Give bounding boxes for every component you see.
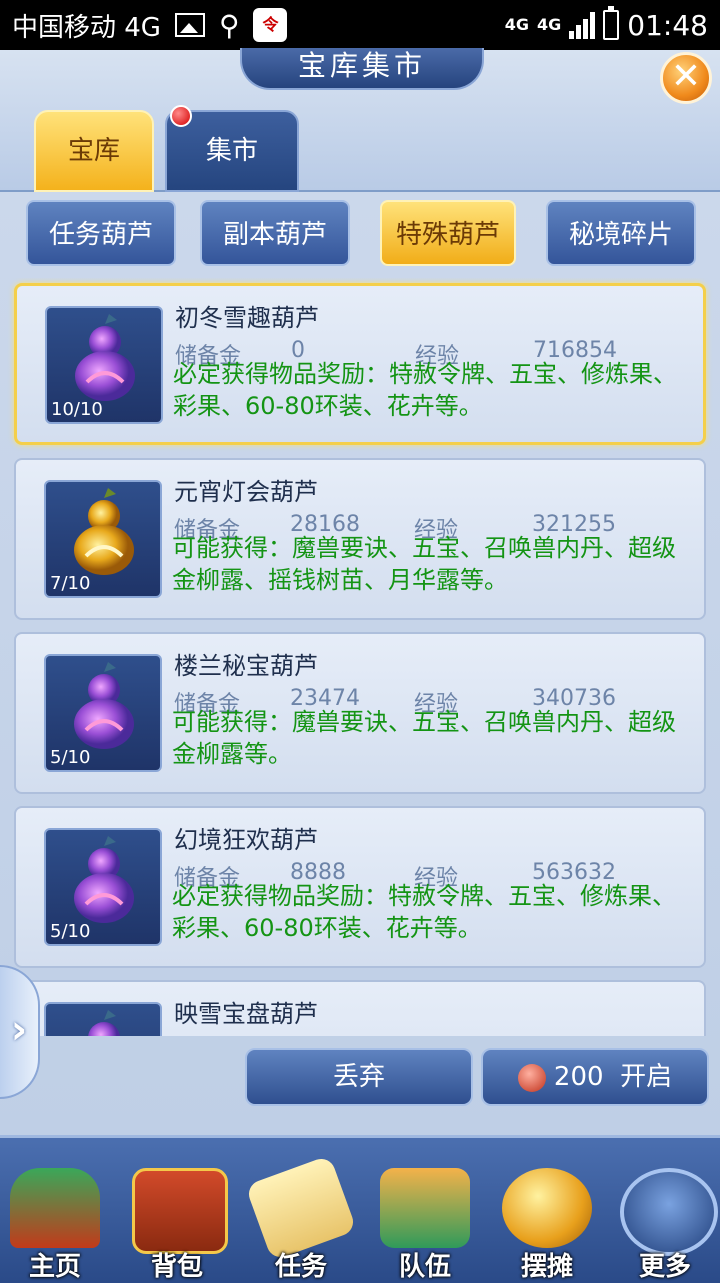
- more-icon: [620, 1168, 718, 1256]
- gourd-thumbnail: 10/10: [45, 306, 163, 424]
- tab-treasury[interactable]: 宝库: [34, 110, 154, 192]
- item-count: 5/10: [50, 921, 91, 942]
- expand-arrow-button[interactable]: ›: [0, 965, 40, 1099]
- app-notification-icon: 令: [253, 8, 288, 42]
- reward-text: 必定获得物品奖励：特赦令牌、五宝、修炼果、彩果、60-80环装、花卉等。: [173, 360, 677, 420]
- battery-icon: [603, 6, 620, 40]
- gourd-list[interactable]: 10/10 初冬雪趣葫芦 储备金 0 经验 716854 必定获得物品奖励：特赦…: [0, 278, 720, 1036]
- nav-bag[interactable]: 背包: [122, 1146, 232, 1282]
- subtab-special-gourd[interactable]: 特殊葫芦: [380, 200, 516, 266]
- close-button[interactable]: ✕: [660, 52, 712, 104]
- item-name: 幻境狂欢葫芦: [174, 826, 318, 854]
- nav-home[interactable]: 主页: [0, 1146, 110, 1282]
- nav-team[interactable]: 队伍: [370, 1146, 480, 1282]
- gourd-thumbnail: 7/10: [44, 480, 162, 598]
- chest-icon: [132, 1168, 228, 1254]
- chevron-right-icon: ›: [10, 1007, 28, 1053]
- nav-label: 背包: [150, 1252, 203, 1282]
- subtab-quest-gourd[interactable]: 任务葫芦: [26, 200, 176, 266]
- nav-label: 任务: [274, 1252, 327, 1282]
- jar-icon: [517, 1063, 546, 1092]
- signal-icon: [569, 11, 596, 39]
- team-icon: [380, 1168, 470, 1248]
- bottom-nav: 主页 背包 任务 队伍 摆摊 更多: [0, 1135, 720, 1283]
- gold-gourd-icon: [74, 488, 134, 575]
- coin-icon: [502, 1168, 592, 1248]
- notification-dot: [170, 105, 192, 127]
- item-count: 5/10: [50, 747, 91, 768]
- network-type: 4G: [504, 15, 530, 34]
- carrier-label: 中国移动 4G: [12, 12, 161, 43]
- list-item[interactable]: 7/10 元宵灯会葫芦 储备金 28168 经验 321255 可能获得：魔兽要…: [14, 458, 706, 620]
- purple-gourd-icon: [74, 836, 134, 923]
- list-item[interactable]: 5/10 楼兰秘宝葫芦 储备金 23474 经验 340736 可能获得：魔兽要…: [14, 632, 706, 794]
- subtab-secret-fragment[interactable]: 秘境碎片: [546, 200, 696, 266]
- nav-label: 主页: [28, 1252, 81, 1282]
- list-item[interactable]: 10/10 初冬雪趣葫芦 储备金 0 经验 716854 必定获得物品奖励：特赦…: [14, 283, 706, 445]
- nav-stall[interactable]: 摆摊: [492, 1146, 602, 1282]
- reward-text: 必定获得物品奖励：特赦令牌、五宝、修炼果、彩果、60-80环装、花卉等。: [172, 882, 676, 942]
- treasury-market-window: 宝库集市 ✕ 宝库 集市 任务葫芦 副本葫芦 特殊葫芦 秘境碎片 10/10 初…: [0, 48, 720, 1135]
- item-name: 初冬雪趣葫芦: [175, 304, 319, 332]
- home-icon: [10, 1168, 100, 1248]
- open-button[interactable]: 200 开启: [481, 1048, 709, 1106]
- reward-text: 可能获得：魔兽要诀、五宝、召唤兽内丹、超级金柳露等。: [172, 708, 676, 768]
- gourd-thumbnail: 5/10: [44, 828, 162, 946]
- list-item[interactable]: 5/10 幻境狂欢葫芦 储备金 8888 经验 563632 必定获得物品奖励：…: [14, 806, 706, 968]
- open-cost: 200: [553, 1062, 604, 1092]
- network-type-2: 4G: [537, 15, 562, 34]
- item-count: 7/10: [50, 573, 91, 594]
- close-icon: ✕: [670, 56, 702, 97]
- window-title: 宝库集市: [240, 48, 484, 90]
- nav-label: 队伍: [398, 1252, 451, 1282]
- image-icon: [174, 13, 205, 37]
- item-name: 元宵灯会葫芦: [174, 478, 318, 506]
- clock: 01:48: [627, 8, 708, 42]
- open-label: 开启: [620, 1062, 673, 1092]
- list-item[interactable]: 映雪宝盘葫芦: [14, 980, 706, 1036]
- nav-quest[interactable]: 任务: [245, 1146, 357, 1282]
- discard-button[interactable]: 丢弃: [245, 1048, 473, 1106]
- nav-label: 更多: [638, 1252, 691, 1282]
- nav-label: 摆摊: [520, 1252, 573, 1282]
- purple-gourd-icon: [74, 662, 134, 749]
- purple-gourd-icon: [75, 314, 135, 401]
- gourd-thumbnail: [44, 1002, 162, 1036]
- status-bar: 中国移动 4G ⚲ 令 4G 4G 01:48: [0, 0, 720, 50]
- item-name: 楼兰秘宝葫芦: [174, 652, 318, 680]
- gourd-thumbnail: 5/10: [44, 654, 162, 772]
- subtab-dungeon-gourd[interactable]: 副本葫芦: [200, 200, 350, 266]
- search-icon: ⚲: [218, 8, 240, 42]
- nav-more[interactable]: 更多: [610, 1146, 720, 1282]
- item-name: 映雪宝盘葫芦: [174, 1000, 318, 1028]
- item-count: 10/10: [51, 399, 103, 420]
- reward-text: 可能获得：魔兽要诀、五宝、召唤兽内丹、超级金柳露、摇钱树苗、月华露等。: [172, 534, 676, 594]
- purple-gourd-icon: [88, 1010, 120, 1036]
